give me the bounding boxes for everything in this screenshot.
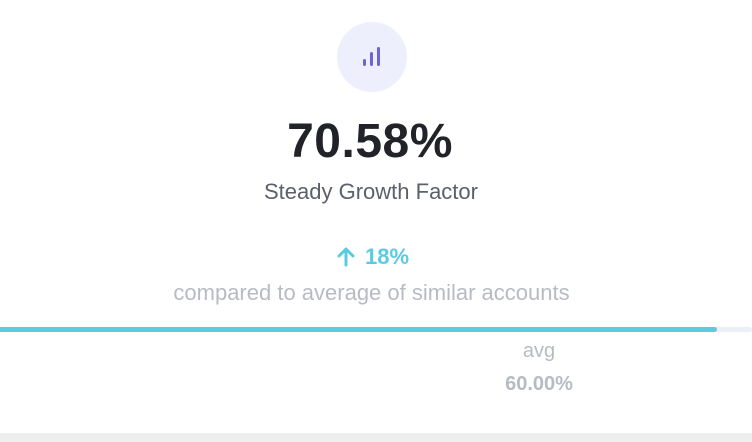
progress-track — [0, 327, 752, 332]
footer-strip — [0, 433, 752, 442]
change-percent: 18% — [364, 244, 410, 269]
metric-icon-circle — [337, 22, 407, 92]
bar-chart-icon — [363, 47, 380, 66]
progress-fill — [0, 327, 717, 332]
comparison-text: compared to average of similar accounts — [173, 280, 570, 305]
arrow-up-icon — [337, 247, 355, 267]
growth-factor-card: 70.58% Steady Growth Factor 18% compared… — [0, 0, 752, 433]
comparison-change: 18% — [0, 243, 744, 271]
average-value: 60.00% — [505, 373, 573, 395]
metric-value: 70.58% — [287, 115, 453, 168]
average-label: avg — [522, 340, 556, 362]
metric-label: Steady Growth Factor — [264, 179, 478, 204]
